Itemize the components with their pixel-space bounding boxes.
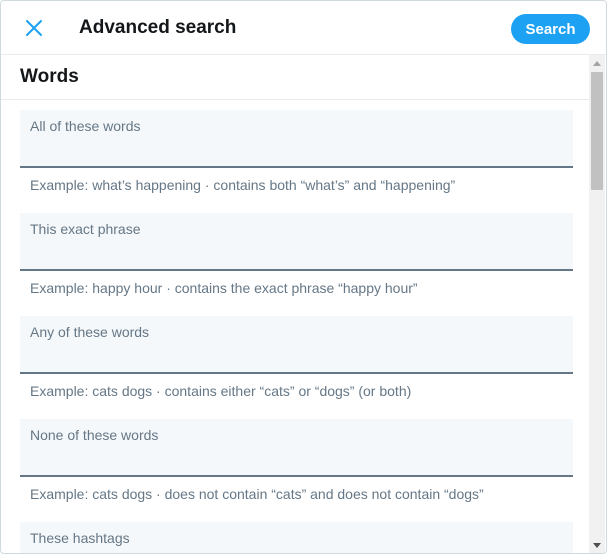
none-words-input[interactable]: None of these words	[20, 419, 573, 477]
field-group-any-words: Any of these words Example: cats dogs · …	[20, 316, 573, 409]
field-example: Example: cats dogs · contains either “ca…	[30, 383, 412, 399]
scroll-up-arrow-icon[interactable]	[589, 55, 605, 71]
scroll-down-arrow-icon[interactable]	[589, 537, 605, 553]
field-label: These hashtags	[30, 530, 130, 546]
any-words-input[interactable]: Any of these words	[20, 316, 573, 374]
field-label: Any of these words	[30, 324, 150, 340]
field-label: None of these words	[30, 427, 159, 443]
field-label: This exact phrase	[30, 221, 141, 237]
section-title-words: Words	[1, 55, 589, 100]
field-group-none-words: None of these words Example: cats dogs ·…	[20, 419, 573, 512]
field-example: Example: what’s happening · contains bot…	[30, 177, 456, 193]
field-label: All of these words	[30, 118, 141, 134]
page-title: Advanced search	[79, 17, 237, 38]
field-group-hashtags: These hashtags	[20, 522, 573, 553]
search-button[interactable]: Search	[511, 14, 590, 44]
field-group-exact-phrase: This exact phrase Example: happy hour · …	[20, 213, 573, 306]
advanced-search-modal: Advanced search Search Words All of thes…	[0, 0, 607, 554]
scroll-thumb[interactable]	[591, 72, 603, 190]
exact-phrase-input[interactable]: This exact phrase	[20, 213, 573, 271]
all-words-input[interactable]: All of these words	[20, 110, 573, 168]
modal-header: Advanced search Search	[1, 1, 606, 55]
field-example: Example: cats dogs · does not contain “c…	[30, 486, 484, 502]
close-icon	[26, 20, 42, 36]
modal-content: Words All of these words Example: what’s…	[1, 55, 589, 553]
hashtags-input[interactable]: These hashtags	[20, 522, 573, 553]
vertical-scrollbar[interactable]	[589, 55, 605, 553]
close-button[interactable]	[19, 13, 49, 43]
field-group-all-words: All of these words Example: what’s happe…	[20, 110, 573, 203]
field-example: Example: happy hour · contains the exact…	[30, 280, 418, 296]
